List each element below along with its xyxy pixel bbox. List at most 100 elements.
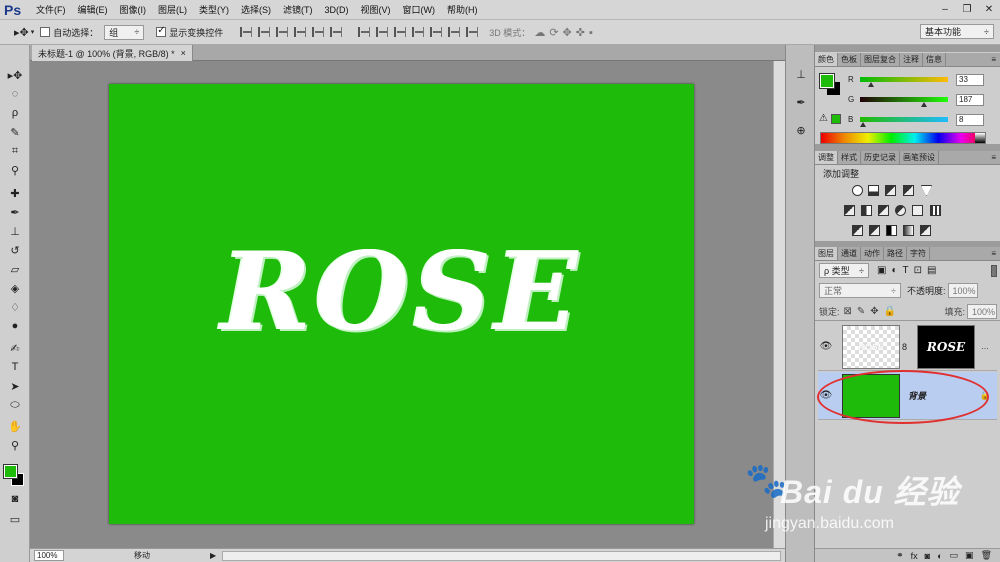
tab-history[interactable]: 历史记录 bbox=[861, 151, 900, 164]
close-tab-icon[interactable]: × bbox=[181, 48, 186, 58]
color-lookup-icon[interactable] bbox=[930, 205, 941, 216]
align-top-icon[interactable] bbox=[240, 27, 253, 37]
new-group-icon[interactable]: ▭ bbox=[950, 550, 959, 561]
distribute-right-icon[interactable] bbox=[448, 27, 461, 37]
distribute-bottom-icon[interactable] bbox=[394, 27, 407, 37]
color-panel-fg-swatch[interactable] bbox=[819, 73, 835, 89]
eyedropper-tool-icon[interactable]: ⚲ bbox=[4, 162, 26, 178]
b-slider[interactable] bbox=[859, 117, 948, 127]
healing-brush-tool-icon[interactable]: ✚ bbox=[4, 185, 26, 201]
horizontal-scrollbar[interactable] bbox=[222, 550, 781, 561]
history-brush-tool-icon[interactable]: ↺ bbox=[4, 242, 26, 258]
eraser-tool-icon[interactable]: ▱ bbox=[4, 261, 26, 277]
distribute-top-icon[interactable] bbox=[358, 27, 371, 37]
tab-paths[interactable]: 路径 bbox=[884, 247, 907, 260]
delete-layer-icon[interactable]: 🗑 bbox=[981, 550, 992, 561]
distribute-hcenter-icon[interactable] bbox=[430, 27, 443, 37]
menu-file[interactable]: 文件(F) bbox=[30, 3, 72, 16]
menu-view[interactable]: 视图(V) bbox=[355, 3, 397, 16]
curves-icon[interactable] bbox=[885, 185, 896, 196]
levels-icon[interactable] bbox=[868, 185, 879, 196]
distribute-vcenter-icon[interactable] bbox=[376, 27, 389, 37]
3d-tools-icon[interactable]: ☁⟳✥✜▪ bbox=[534, 26, 597, 39]
document-tab[interactable]: 未标题-1 @ 100% (背景, RGB/8) * × bbox=[32, 45, 193, 61]
vertical-scrollbar[interactable] bbox=[773, 61, 785, 548]
opacity-field[interactable]: 100% bbox=[947, 283, 978, 298]
menu-type[interactable]: 类型(Y) bbox=[193, 3, 235, 16]
canvas[interactable]: ROSE bbox=[109, 84, 694, 524]
tab-layers[interactable]: 图层 bbox=[815, 247, 838, 260]
marquee-tool-icon[interactable]: ◌ bbox=[4, 86, 26, 102]
tab-actions[interactable]: 动作 bbox=[861, 247, 884, 260]
layer-style-icon[interactable]: fx bbox=[911, 551, 918, 561]
g-slider-thumb[interactable] bbox=[921, 102, 928, 107]
color-balance-icon[interactable] bbox=[861, 205, 872, 216]
menu-window[interactable]: 窗口(W) bbox=[397, 3, 442, 16]
filter-toggle-icon[interactable] bbox=[991, 264, 997, 277]
blend-mode-dropdown[interactable]: 正常 ÷ bbox=[819, 283, 901, 298]
menu-edit[interactable]: 编辑(E) bbox=[72, 3, 114, 16]
layer-row-rose[interactable]: 👁 ROSE 8 ROSE … bbox=[818, 323, 997, 371]
fill-field[interactable]: 100% bbox=[967, 304, 997, 319]
align-left-icon[interactable] bbox=[294, 27, 307, 37]
brightness-contrast-icon[interactable] bbox=[852, 185, 863, 196]
b-value-field[interactable]: 8 bbox=[956, 113, 984, 126]
b-slider-thumb[interactable] bbox=[859, 122, 866, 127]
status-menu-arrow-icon[interactable]: ▶ bbox=[210, 551, 216, 560]
new-fill-layer-icon[interactable]: ◐ bbox=[937, 551, 942, 561]
zoom-tool-icon[interactable]: ⚲ bbox=[4, 437, 26, 453]
link-layers-icon[interactable]: ⚭ bbox=[896, 550, 904, 561]
g-value-field[interactable]: 187 bbox=[956, 93, 984, 106]
path-select-tool-icon[interactable]: ➤ bbox=[4, 378, 26, 394]
menu-3d[interactable]: 3D(D) bbox=[319, 5, 355, 15]
menu-help[interactable]: 帮助(H) bbox=[441, 3, 484, 16]
tab-styles[interactable]: 样式 bbox=[838, 151, 861, 164]
lasso-tool-icon[interactable]: ρ bbox=[4, 105, 26, 121]
show-transform-checkbox[interactable] bbox=[156, 25, 167, 37]
move-tool-preset-icon[interactable]: ▸✥ bbox=[14, 26, 29, 39]
color-spectrum-ramp[interactable] bbox=[820, 132, 986, 144]
dodge-tool-icon[interactable]: ● bbox=[4, 318, 26, 334]
clone-source-icon[interactable]: ⊕ bbox=[793, 123, 809, 137]
ellipse-tool-icon[interactable]: ⬭ bbox=[4, 397, 26, 413]
zoom-level-field[interactable]: 100% bbox=[34, 550, 64, 561]
tab-adjustments[interactable]: 调整 bbox=[815, 151, 838, 164]
selective-color-icon[interactable] bbox=[920, 225, 931, 236]
threshold-icon[interactable] bbox=[886, 225, 897, 236]
tab-swatches[interactable]: 色板 bbox=[838, 53, 861, 66]
black-white-icon[interactable] bbox=[878, 205, 889, 216]
screen-mode-icon[interactable]: ▭ bbox=[4, 511, 26, 527]
panel-menu-icon[interactable]: ≡ bbox=[991, 53, 1000, 66]
brush-panel-icon[interactable]: ✒ bbox=[793, 95, 809, 109]
g-slider[interactable] bbox=[860, 97, 948, 107]
layer-filter-icons[interactable]: ▣◐T⊡▤ bbox=[877, 265, 941, 276]
align-right-icon[interactable] bbox=[330, 27, 343, 37]
tab-color[interactable]: 颜色 bbox=[815, 53, 838, 66]
r-value-field[interactable]: 33 bbox=[956, 73, 984, 86]
restore-button[interactable]: ❐ bbox=[956, 0, 978, 20]
layer-more-icon[interactable]: … bbox=[981, 342, 989, 351]
auto-align-icon[interactable] bbox=[466, 27, 479, 37]
close-button[interactable]: ✕ bbox=[978, 0, 1000, 20]
align-hcenter-icon[interactable] bbox=[312, 27, 325, 37]
auto-select-dropdown[interactable]: 组 ÷ bbox=[104, 24, 145, 40]
add-mask-icon[interactable]: ◙ bbox=[925, 551, 930, 561]
quick-select-tool-icon[interactable]: ✎ bbox=[4, 124, 26, 140]
distribute-left-icon[interactable] bbox=[412, 27, 425, 37]
vibrance-icon[interactable] bbox=[921, 185, 932, 196]
chevron-down-icon[interactable]: ▾ bbox=[31, 28, 35, 36]
pen-tool-icon[interactable]: ✍ bbox=[4, 340, 26, 356]
channel-mixer-icon[interactable] bbox=[912, 205, 923, 216]
workspace-dropdown[interactable]: 基本功能 ÷ bbox=[920, 24, 994, 39]
menu-layer[interactable]: 图层(L) bbox=[152, 3, 193, 16]
gradient-map-icon[interactable] bbox=[903, 225, 914, 236]
r-slider[interactable] bbox=[860, 77, 948, 87]
tab-brush-presets[interactable]: 画笔预设 bbox=[900, 151, 939, 164]
panel-menu-icon[interactable]: ≡ bbox=[991, 247, 1000, 260]
layer-filter-dropdown[interactable]: ρ 类型 ÷ bbox=[819, 263, 869, 278]
exposure-icon[interactable] bbox=[903, 185, 914, 196]
menu-select[interactable]: 选择(S) bbox=[235, 3, 277, 16]
layer-mask-thumbnail[interactable]: ROSE bbox=[917, 324, 976, 369]
visibility-eye-icon[interactable]: 👁 bbox=[818, 341, 834, 352]
invert-icon[interactable] bbox=[852, 225, 863, 236]
